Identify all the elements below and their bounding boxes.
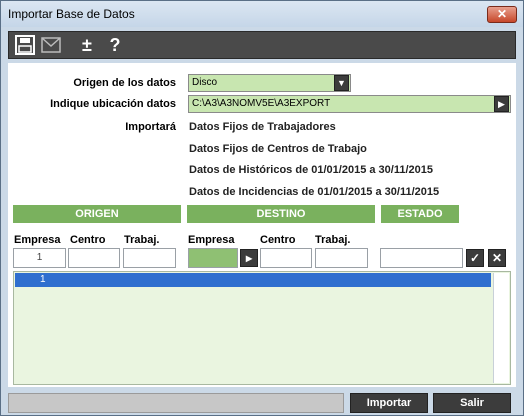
ubicacion-value: C:\A3\A3NOMV5E\A3EXPORT <box>192 98 331 109</box>
estado-input[interactable] <box>380 248 463 268</box>
title-bar: Importar Base de Datos ✕ <box>1 1 523 27</box>
ubicacion-label: Indique ubicación datos <box>50 98 176 110</box>
ubicacion-input[interactable]: C:\A3\A3NOMV5E\A3EXPORT <box>188 95 511 113</box>
importara-item: Datos de Históricos de 01/01/2015 a 30/1… <box>189 164 433 176</box>
help-icon[interactable]: ? <box>103 34 127 56</box>
col-destino-trabaj: Trabaj. <box>315 234 351 246</box>
destino-trabaj-input[interactable] <box>315 248 368 268</box>
checkmark-icon[interactable]: ✓ <box>466 249 484 267</box>
importar-button[interactable]: Importar <box>350 393 428 413</box>
toolbar: ± ? <box>8 31 516 59</box>
close-button[interactable]: ✕ <box>487 6 517 23</box>
section-destino: DESTINO <box>187 205 375 223</box>
chevron-down-icon[interactable]: ▼ <box>334 75 349 91</box>
browse-arrow-icon[interactable]: ▶ <box>494 96 509 112</box>
origen-select[interactable]: Disco <box>188 74 351 92</box>
scrollbar[interactable] <box>493 273 509 383</box>
importara-item: Datos Fijos de Trabajadores <box>189 121 336 133</box>
list-item[interactable]: 1 <box>15 273 491 287</box>
floppy-disk-icon[interactable] <box>13 34 37 56</box>
col-origen-empresa: Empresa <box>14 234 61 246</box>
salir-button[interactable]: Salir <box>433 393 511 413</box>
progress-bar <box>8 393 344 413</box>
col-destino-centro: Centro <box>260 234 296 246</box>
importara-item: Datos Fijos de Centros de Trabajo <box>189 143 367 155</box>
client-area: Origen de los datos Disco ▼ Indique ubic… <box>8 63 516 387</box>
section-estado: ESTADO <box>381 205 459 223</box>
destino-lookup-icon[interactable]: ▸ <box>240 249 258 267</box>
origen-centro-input[interactable] <box>68 248 120 268</box>
records-list[interactable]: 1 <box>13 271 511 385</box>
import-window: Importar Base de Datos ✕ ± ? Origen de l… <box>0 0 524 416</box>
col-destino-empresa: Empresa <box>188 234 235 246</box>
section-origen: ORIGEN <box>13 205 181 223</box>
importara-item: Datos de Incidencias de 01/01/2015 a 30/… <box>189 186 440 198</box>
window-title: Importar Base de Datos <box>8 7 135 21</box>
bottom-bar: Importar Salir <box>1 387 523 415</box>
close-icon[interactable]: ✕ <box>488 249 506 267</box>
origen-select-value: Disco <box>192 77 218 88</box>
origen-label: Origen de los datos <box>73 77 176 89</box>
plus-minus-icon[interactable]: ± <box>75 34 99 56</box>
origen-trabaj-input[interactable] <box>123 248 176 268</box>
origen-empresa-input[interactable]: 1 <box>13 248 66 268</box>
destino-empresa-input[interactable] <box>188 248 238 268</box>
destino-centro-input[interactable] <box>260 248 312 268</box>
col-origen-centro: Centro <box>70 234 106 246</box>
envelope-icon[interactable] <box>39 34 63 56</box>
importara-label: Importará <box>125 121 176 133</box>
col-origen-trabaj: Trabaj. <box>124 234 160 246</box>
